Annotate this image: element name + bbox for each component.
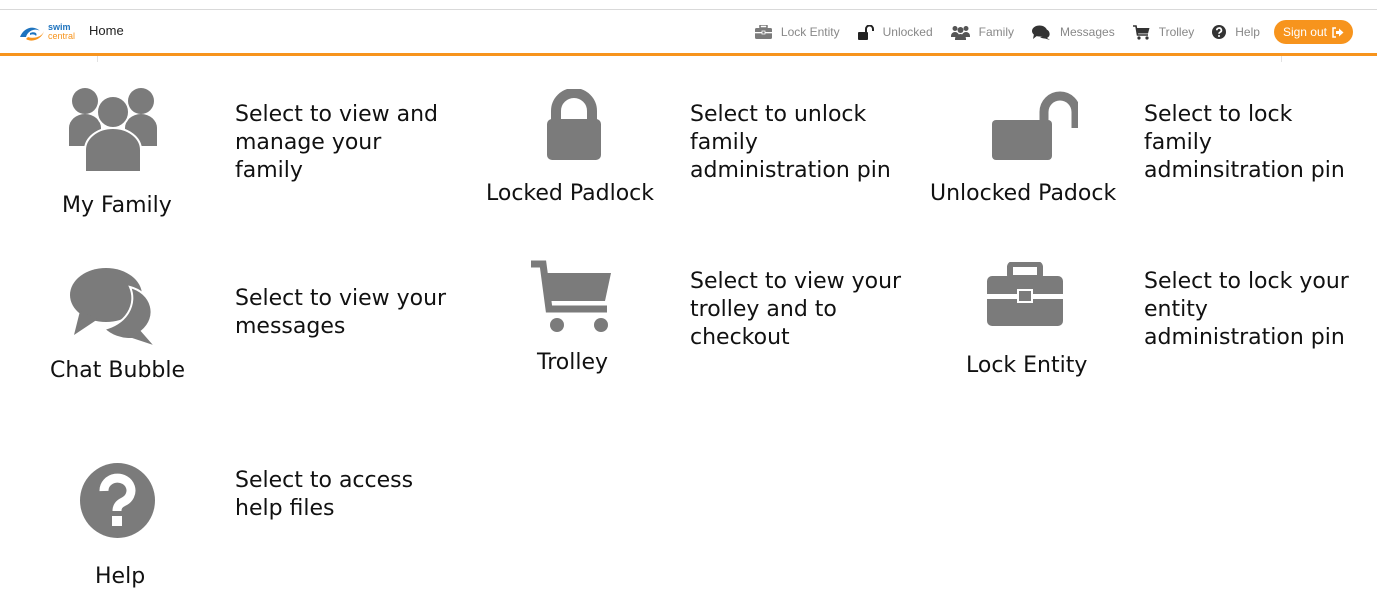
desc-trolley: Select to view your trolley and to check… xyxy=(690,269,902,350)
help-icon xyxy=(80,463,155,538)
brand-bottom-text: central xyxy=(48,31,75,41)
caption-unlocked-padlock: Unlocked Padock xyxy=(930,181,1117,206)
desc-lock-entity: Select to lock your entity administratio… xyxy=(1144,269,1349,350)
swim-central-logo[interactable]: swim central xyxy=(18,19,82,45)
help-icon xyxy=(1212,25,1227,39)
desc-chat-bubble: Select to view your messages xyxy=(235,286,447,339)
briefcase-icon xyxy=(754,25,772,39)
unlock-icon xyxy=(992,91,1078,160)
nav-unlocked[interactable]: Unlocked xyxy=(857,24,933,40)
divider-tick xyxy=(97,56,98,62)
caption-my-family: My Family xyxy=(62,193,172,218)
caption-lock-entity: Lock Entity xyxy=(966,353,1088,378)
cart-icon xyxy=(531,260,611,332)
comments-icon xyxy=(70,268,158,347)
nav-unlocked-label: Unlocked xyxy=(882,25,933,39)
nav-lock-entity-label: Lock Entity xyxy=(780,25,840,39)
users-icon xyxy=(69,88,157,172)
caption-chat-bubble: Chat Bubble xyxy=(50,358,186,383)
users-icon xyxy=(950,25,970,40)
navbar: swim central Home Lock Entity Unlocked F… xyxy=(0,10,1377,56)
desc-locked-padlock: Select to unlock family administration p… xyxy=(690,102,891,183)
caption-locked-padlock: Locked Padlock xyxy=(486,181,655,206)
caption-help: Help xyxy=(95,564,146,589)
unlock-icon xyxy=(857,24,874,40)
nav-family[interactable]: Family xyxy=(950,25,1014,40)
nav-menu: Lock Entity Unlocked Family Messages Tro… xyxy=(737,19,1353,45)
nav-messages-label: Messages xyxy=(1060,25,1115,39)
sign-out-icon xyxy=(1332,26,1344,38)
sign-out-label: Sign out xyxy=(1282,25,1327,39)
desc-unlocked-padlock: Select to lock family adminsitration pin xyxy=(1144,102,1345,183)
desc-help: Select to access help files xyxy=(235,468,414,521)
desc-my-family: Select to view and manage your family xyxy=(235,102,438,183)
nav-messages[interactable]: Messages xyxy=(1032,25,1115,40)
lock-icon xyxy=(547,89,601,160)
home-link[interactable]: Home xyxy=(89,23,124,38)
comments-icon xyxy=(1032,25,1050,40)
nav-trolley-label: Trolley xyxy=(1158,25,1195,39)
divider-tick xyxy=(1281,56,1282,62)
nav-trolley[interactable]: Trolley xyxy=(1132,24,1195,40)
nav-help-label: Help xyxy=(1235,25,1260,39)
caption-trolley: Trolley xyxy=(537,350,609,375)
nav-family-label: Family xyxy=(978,25,1014,39)
nav-lock-entity[interactable]: Lock Entity xyxy=(754,25,840,39)
nav-help[interactable]: Help xyxy=(1212,25,1260,39)
cart-icon xyxy=(1132,24,1150,40)
sign-out-button[interactable]: Sign out xyxy=(1273,20,1353,44)
briefcase-icon xyxy=(987,262,1063,326)
